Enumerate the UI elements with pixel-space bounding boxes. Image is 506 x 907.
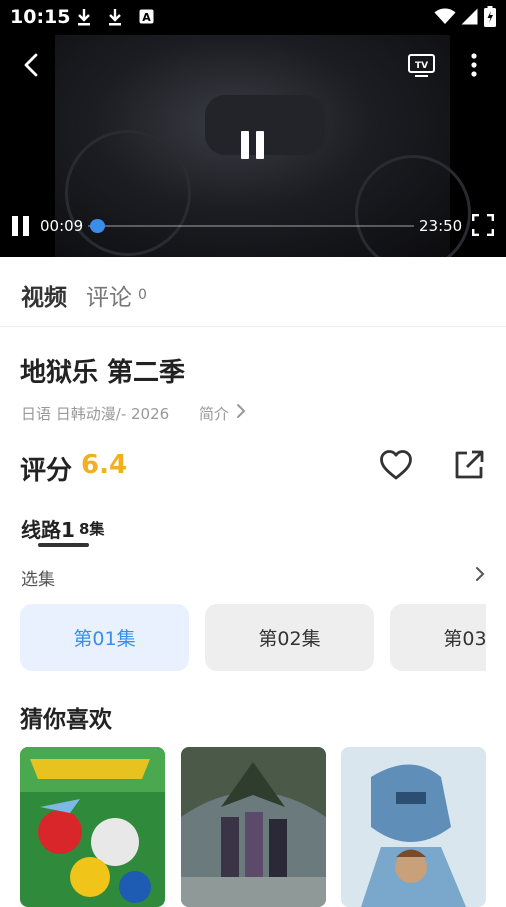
status-time: 10:15 [10, 6, 71, 28]
wifi-icon [434, 8, 456, 29]
video-player[interactable]: 10:15 A TV 00:09 23:50 [0, 0, 506, 257]
comment-count: 0 [138, 287, 147, 303]
episode-button[interactable]: 第03集 [390, 604, 486, 671]
more-vertical-icon[interactable] [471, 53, 477, 81]
route-tab-indicator [38, 543, 89, 547]
svg-text:A: A [142, 11, 151, 24]
route-tab[interactable]: 线路1 [21, 514, 75, 543]
progress-handle[interactable] [89, 219, 105, 233]
progress-bar[interactable] [88, 219, 414, 233]
show-meta: 日语 日韩动漫/- 2026 [21, 405, 170, 423]
episode-button[interactable]: 第02集 [205, 604, 374, 671]
total-time: 23:50 [419, 217, 463, 235]
share-icon[interactable] [453, 449, 485, 485]
recommend-title: 猜你喜欢 [20, 707, 112, 733]
rating-label: 评分 [20, 456, 73, 486]
tab-video[interactable]: 视频 [21, 278, 67, 312]
download-icon [107, 7, 123, 31]
recommend-poster[interactable] [341, 747, 486, 907]
svg-text:TV: TV [415, 61, 428, 71]
download-icon [76, 7, 92, 31]
favorite-heart-icon[interactable] [379, 449, 413, 485]
content-tabs: 视频 评论 0 [0, 257, 506, 327]
chevron-right-icon[interactable] [235, 402, 247, 424]
select-episode-label: 选集 [21, 570, 55, 590]
tab-comment[interactable]: 评论 [86, 278, 132, 312]
route-episode-count: 8集 [79, 520, 105, 538]
recommend-poster[interactable] [181, 747, 326, 907]
episode-button[interactable]: 第01集 [20, 604, 189, 671]
cast-tv-icon[interactable]: TV [408, 54, 435, 82]
pause-icon[interactable] [12, 216, 29, 240]
intro-link[interactable]: 简介 [199, 403, 229, 424]
recommend-poster[interactable] [20, 747, 165, 907]
status-bar: 10:15 A [0, 0, 506, 34]
episode-list: 第01集 第02集 第03集 [20, 604, 486, 671]
back-icon[interactable] [22, 52, 40, 82]
current-time: 00:09 [40, 217, 84, 235]
font-icon: A [139, 9, 154, 28]
fullscreen-icon[interactable] [471, 213, 495, 240]
chevron-right-icon[interactable] [474, 565, 486, 587]
center-pause-icon[interactable] [241, 131, 265, 163]
signal-icon [461, 8, 478, 29]
show-title: 地狱乐 第二季 [20, 358, 186, 388]
rating-value: 6.4 [81, 450, 128, 480]
battery-icon [484, 6, 496, 31]
